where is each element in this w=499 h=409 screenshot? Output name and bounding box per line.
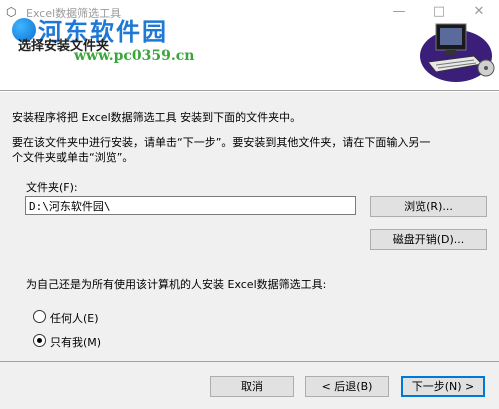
radio-just-me-label[interactable]: 只有我(M): [50, 334, 101, 350]
radio-selected-dot: [37, 338, 42, 343]
radio-just-me[interactable]: [33, 334, 46, 347]
browse-button[interactable]: 浏览(R)...: [370, 196, 487, 217]
back-button[interactable]: < 后退(B): [305, 376, 389, 397]
instruction-text-line2: 个文件夹或单击“浏览”。: [12, 151, 134, 164]
watermark-url: www.pc0359.cn: [74, 48, 195, 64]
disk-cost-button[interactable]: 磁盘开销(D)...: [370, 229, 487, 250]
computer-illustration-icon: [420, 23, 495, 82]
radio-everyone[interactable]: [33, 310, 46, 323]
next-button[interactable]: 下一步(N) >: [401, 376, 485, 397]
folder-label: 文件夹(F):: [26, 181, 78, 194]
intro-text: 安装程序将把 Excel数据筛选工具 安装到下面的文件夹中。: [12, 111, 302, 124]
install-for-label: 为自己还是为所有使用该计算机的人安装 Excel数据筛选工具:: [26, 278, 327, 291]
header-banner: ⬡ Excel数据筛选工具 — □ ✕ 河东软件园 选择安装文件夹 www.pc…: [0, 0, 499, 90]
folder-path-input[interactable]: D:\河东软件园\: [25, 196, 356, 215]
radio-everyone-label[interactable]: 任何人(E): [50, 310, 99, 326]
minimize-button[interactable]: —: [379, 0, 419, 24]
header-divider: [0, 90, 499, 92]
cancel-button[interactable]: 取消: [210, 376, 294, 397]
footer-bar: 取消 < 后退(B) 下一步(N) >: [0, 362, 499, 409]
instruction-text-line1: 要在该文件夹中进行安装，请单击“下一步”。要安装到其他文件夹，请在下面输入另一: [12, 136, 431, 149]
